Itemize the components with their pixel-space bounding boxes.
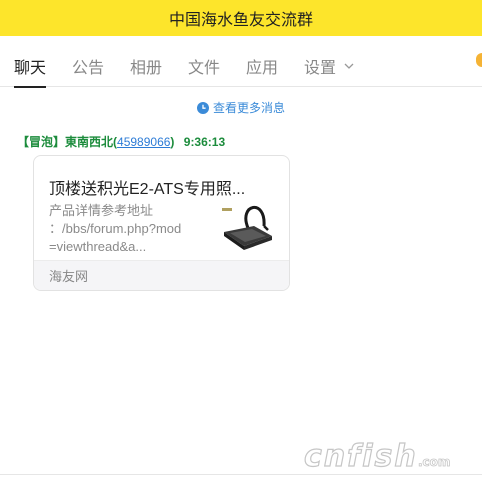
cnfish-watermark-logo: cnfish .com xyxy=(303,438,450,472)
tab-files[interactable]: 文件 xyxy=(188,44,220,87)
notification-dot-icon xyxy=(476,53,482,67)
tab-apps-label: 应用 xyxy=(246,59,279,77)
sender-name[interactable]: 東南西北 xyxy=(65,135,113,149)
tab-announcements[interactable]: 公告 xyxy=(72,44,104,87)
view-more-messages-label: 查看更多消息 xyxy=(212,101,285,115)
card-description: 产品详情参考地址 ：/bbs/forum.php?mod =viewthread… xyxy=(49,202,211,256)
clock-icon xyxy=(196,101,209,114)
tab-apps[interactable]: 应用 xyxy=(246,44,278,87)
tab-bar: 聊天 公告 相册 文件 应用 设置 xyxy=(0,44,482,88)
sender-qq-link[interactable]: 45989066 xyxy=(117,135,170,149)
group-title-bar: 中国海水鱼友交流群 xyxy=(0,0,482,36)
watermark-suffix: .com xyxy=(418,455,450,469)
tab-chat-label: 聊天 xyxy=(14,59,47,77)
message-time: 9:36:13 xyxy=(183,135,226,149)
card-footer: 海友网 xyxy=(34,260,289,290)
watermark-text: cnfish xyxy=(304,439,418,472)
divider xyxy=(0,474,482,475)
group-title: 中国海水鱼友交流群 xyxy=(168,12,313,29)
tab-settings[interactable]: 设置 xyxy=(304,44,354,87)
card-desc-line: =viewthread&a... xyxy=(49,239,147,254)
tab-chat[interactable]: 聊天 xyxy=(14,44,47,88)
link-share-card[interactable]: 顶楼送积光E2-ATS专用照... 产品详情参考地址 ：/bbs/forum.p… xyxy=(33,155,290,291)
tab-settings-label: 设置 xyxy=(304,59,337,77)
tab-album[interactable]: 相册 xyxy=(130,44,162,87)
tab-announcements-label: 公告 xyxy=(72,59,105,77)
sender-badge: 【冒泡】 xyxy=(17,135,66,149)
qq-close-paren: ) xyxy=(170,135,175,149)
card-source: 海友网 xyxy=(49,269,89,284)
aquarium-light-icon xyxy=(222,206,272,250)
tab-files-label: 文件 xyxy=(188,59,221,77)
card-desc-line: ：/bbs/forum.php?mod xyxy=(49,221,182,236)
tab-album-label: 相册 xyxy=(130,59,163,77)
chevron-down-icon xyxy=(344,63,354,69)
message-header: 【冒泡】東南西北(45989066) 9:36:13 xyxy=(17,133,225,150)
view-more-messages-link[interactable]: 查看更多消息 xyxy=(0,99,482,116)
card-desc-line: 产品详情参考地址 xyxy=(49,203,154,218)
